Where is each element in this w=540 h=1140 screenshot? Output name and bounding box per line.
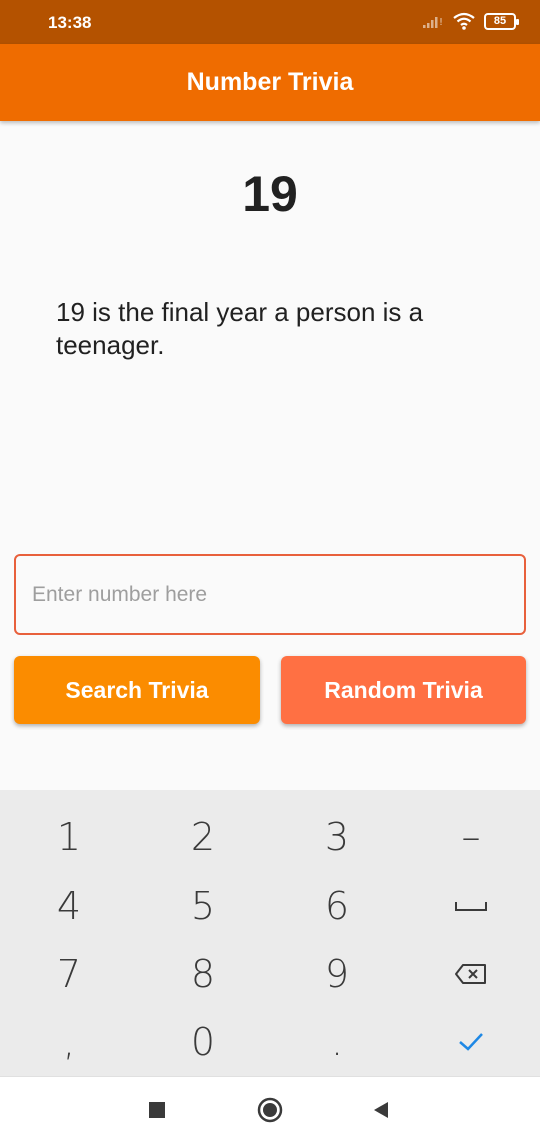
key-8[interactable]: 8 — [136, 940, 270, 1008]
key-done[interactable] — [404, 1008, 538, 1076]
svg-text:!: ! — [439, 17, 443, 28]
home-circle-icon — [257, 1097, 283, 1123]
square-icon — [149, 1102, 165, 1118]
backspace-icon — [455, 964, 486, 984]
space-icon — [455, 902, 487, 911]
trivia-number: 19 — [242, 166, 298, 222]
status-bar: 13:38 ! 85 — [0, 0, 540, 44]
key-comma[interactable]: , — [2, 1008, 136, 1076]
back-triangle-icon — [374, 1102, 388, 1118]
random-trivia-button[interactable]: Random Trivia — [281, 656, 526, 724]
key-4[interactable]: 4 — [2, 872, 136, 940]
key-7[interactable]: 7 — [2, 940, 136, 1008]
check-icon — [459, 1033, 483, 1051]
key-space[interactable] — [404, 872, 538, 940]
key-period[interactable]: . — [270, 1008, 404, 1076]
key-backspace[interactable] — [404, 940, 538, 1008]
signal-icon: ! — [423, 17, 443, 28]
key-2[interactable]: 2 — [136, 803, 270, 871]
battery-icon: 85 — [484, 12, 519, 30]
app-title: Number Trivia — [186, 68, 354, 96]
key-0[interactable]: 0 — [136, 1008, 270, 1076]
key-minus[interactable]: – — [404, 803, 538, 871]
recents-button[interactable] — [142, 1095, 172, 1125]
back-button[interactable] — [366, 1095, 396, 1125]
app-bar: Number Trivia — [0, 44, 540, 121]
key-6[interactable]: 6 — [270, 872, 404, 940]
key-3[interactable]: 3 — [270, 803, 404, 871]
system-nav-bar — [0, 1076, 540, 1140]
key-9[interactable]: 9 — [270, 940, 404, 1008]
trivia-text: 19 is the final year a person is a teena… — [56, 297, 424, 360]
home-button[interactable] — [255, 1095, 285, 1125]
number-input[interactable] — [14, 554, 526, 635]
key-1[interactable]: 1 — [2, 803, 136, 871]
status-icons: ! 85 — [422, 12, 519, 30]
key-5[interactable]: 5 — [136, 872, 270, 940]
status-time: 13:38 — [48, 13, 92, 32]
search-trivia-button[interactable]: Search Trivia — [14, 656, 260, 724]
numeric-keyboard: 1 2 3 – 4 5 6 7 8 9 , 0 . — [0, 790, 540, 1076]
wifi-icon — [453, 12, 475, 30]
